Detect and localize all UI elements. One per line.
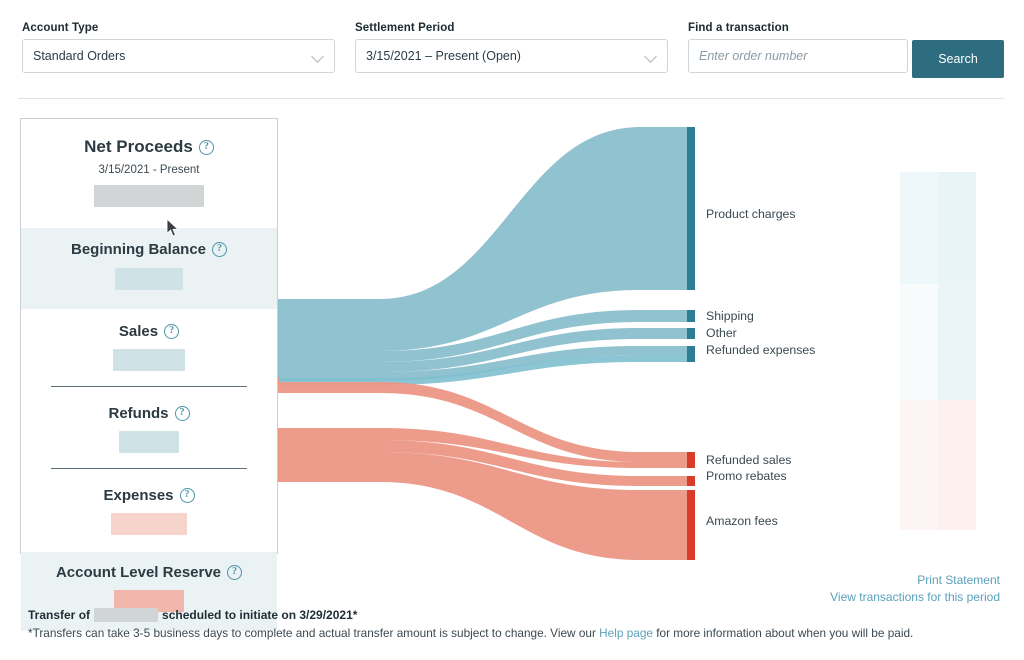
- search-input-placeholder: Enter order number: [699, 49, 808, 63]
- expenses-value-redacted: [111, 513, 187, 535]
- target-node-promo-rebates: [687, 476, 695, 486]
- question-mark-icon[interactable]: ?: [164, 324, 180, 339]
- account-level-reserve-title-group: Account Level Reserve ?: [55, 564, 243, 581]
- link-expenses-amazon-fees: [278, 452, 690, 560]
- account-type-select[interactable]: Standard Orders: [22, 39, 335, 73]
- footer-links: Print Statement View transactions for th…: [830, 573, 1000, 604]
- target-node-amazon-fees: [687, 490, 695, 560]
- refunds-label: Refunds: [108, 405, 169, 422]
- refunds-divider: [51, 468, 247, 469]
- expenses-label: Expenses: [103, 487, 174, 504]
- expenses-title-group: Expenses ?: [103, 487, 195, 504]
- net-proceeds-row: Net Proceeds ? 3/15/2021 - Present: [21, 119, 277, 228]
- net-proceeds-value-redacted: [94, 185, 204, 207]
- target-node-product-charges: [687, 127, 695, 290]
- transfer-amount-redacted: [94, 608, 159, 622]
- disclaimer-text-after: for more information about when you will…: [652, 626, 914, 640]
- question-mark-icon[interactable]: ?: [174, 406, 190, 421]
- sankey-label-refunded-sales: Refunded sales: [706, 453, 792, 467]
- sales-label: Sales: [118, 323, 159, 340]
- help-page-link[interactable]: Help page: [599, 626, 653, 640]
- target-node-refunded-expenses: [687, 346, 695, 362]
- chevron-down-icon: [312, 50, 324, 62]
- search-input-wrapper[interactable]: Enter order number: [688, 39, 908, 73]
- transfer-prefix: Transfer of: [28, 608, 91, 622]
- settlement-period-field: Settlement Period 3/15/2021 – Present (O…: [355, 22, 668, 73]
- find-transaction-field: Find a transaction Enter order number: [688, 22, 908, 73]
- ghost-columns: [900, 172, 976, 530]
- sankey-label-amazon-fees: Amazon fees: [706, 514, 778, 528]
- page-title: Net Proceeds: [84, 137, 193, 156]
- target-node-shipping: [687, 310, 695, 322]
- sankey-target-nodes: [687, 127, 695, 560]
- target-node-other: [687, 328, 695, 339]
- view-transactions-link[interactable]: View transactions for this period: [830, 590, 1000, 604]
- transfer-notice: Transfer of scheduled to initiate on 3/2…: [28, 608, 357, 622]
- refunds-title-group: Refunds ?: [109, 405, 190, 422]
- account-type-field: Account Type Standard Orders: [22, 22, 335, 73]
- beginning-balance-value-redacted: [115, 268, 183, 290]
- question-mark-icon[interactable]: ?: [227, 565, 243, 580]
- beginning-balance-title-group: Beginning Balance ?: [70, 241, 228, 258]
- sankey-inflow-links: [278, 127, 690, 385]
- account-type-value: Standard Orders: [33, 49, 126, 63]
- sankey-label-other: Other: [706, 326, 737, 340]
- account-level-reserve-label: Account Level Reserve: [55, 564, 222, 581]
- transfer-suffix: scheduled to initiate on 3/29/2021*: [162, 608, 358, 622]
- header-divider: [18, 98, 1004, 99]
- net-proceeds-period: 3/15/2021 - Present: [98, 164, 200, 176]
- settlement-period-label: Settlement Period: [355, 22, 455, 34]
- sales-row: Sales ?: [21, 309, 277, 397]
- sankey-label-product-charges: Product charges: [706, 207, 796, 221]
- sankey-label-refunded-expenses: Refunded expenses: [706, 343, 816, 357]
- settlement-period-value: 3/15/2021 – Present (Open): [366, 49, 521, 63]
- question-mark-icon[interactable]: ?: [198, 139, 214, 155]
- search-button[interactable]: Search: [912, 40, 1004, 78]
- question-mark-icon[interactable]: ?: [212, 242, 228, 257]
- transfer-disclaimer: *Transfers can take 3-5 business days to…: [28, 626, 913, 640]
- net-proceeds-panel: Net Proceeds ? 3/15/2021 - Present Begin…: [20, 118, 278, 631]
- net-proceeds-title-group: Net Proceeds ?: [84, 137, 214, 157]
- search-button-label: Search: [938, 52, 978, 66]
- expenses-row: Expenses ?: [21, 479, 277, 552]
- filter-bar: Account Type Standard Orders Settlement …: [0, 0, 1024, 96]
- sales-value-redacted: [113, 349, 185, 371]
- sankey-label-shipping: Shipping: [706, 309, 754, 323]
- beginning-balance-label: Beginning Balance: [70, 241, 207, 258]
- refunds-row: Refunds ?: [21, 397, 277, 479]
- settlement-statement-page: Account Type Standard Orders Settlement …: [0, 0, 1024, 660]
- sales-divider: [51, 386, 247, 387]
- beginning-balance-row: Beginning Balance ?: [21, 228, 277, 309]
- chevron-down-icon: [645, 50, 657, 62]
- refunds-value-redacted: [119, 431, 179, 453]
- print-statement-link[interactable]: Print Statement: [830, 573, 1000, 587]
- sales-title-group: Sales ?: [118, 323, 180, 340]
- disclaimer-text-before: *Transfers can take 3-5 business days to…: [28, 626, 600, 640]
- question-mark-icon[interactable]: ?: [179, 488, 195, 503]
- settlement-period-select[interactable]: 3/15/2021 – Present (Open): [355, 39, 668, 73]
- sankey-outflow-links: [278, 382, 690, 560]
- sankey-label-promo-rebates: Promo rebates: [706, 469, 787, 483]
- target-node-refunded-sales: [687, 452, 695, 468]
- account-type-label: Account Type: [22, 22, 99, 34]
- find-transaction-label: Find a transaction: [688, 22, 789, 34]
